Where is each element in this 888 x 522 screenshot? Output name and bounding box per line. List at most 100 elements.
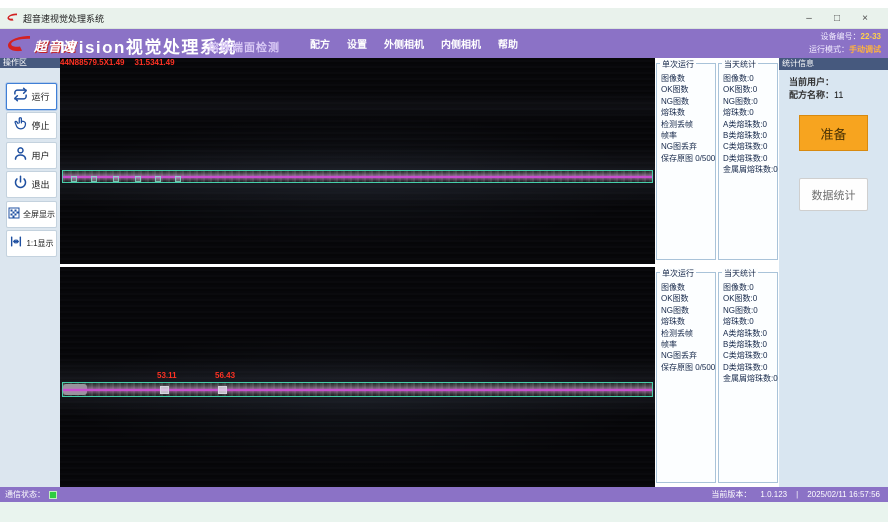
run-mode-label: 运行模式： <box>809 45 849 54</box>
power-icon <box>13 175 28 195</box>
stat-row: B类熔珠数:0 <box>723 339 777 350</box>
detection-box <box>71 176 77 182</box>
brand-swoosh-icon <box>4 32 32 59</box>
stop-button[interactable]: 停止 <box>6 112 57 139</box>
measurement-annotation: 31.5341.49 <box>135 58 175 67</box>
desktop-strip <box>0 502 888 522</box>
stat-row: OK图数:0 <box>723 84 777 95</box>
run-button[interactable]: 运行 <box>6 83 57 110</box>
stat-row: 帧率 <box>661 339 715 350</box>
stat-row: 图像数 <box>661 282 715 293</box>
stats-panel-outer: 单次运行 图像数OK图数NG图数熔珠数检测丢帧帧率NG图丢弃保存原图 0/500… <box>655 58 779 264</box>
stat-row: 熔珠数:0 <box>723 107 777 118</box>
stat-row: 帧率 <box>661 130 715 141</box>
stat-row: 图像数:0 <box>723 282 777 293</box>
today-stats-title: 当天统计 <box>722 59 758 70</box>
laser-line-overlay <box>63 389 652 391</box>
single-run-title: 单次运行 <box>660 59 696 70</box>
app-window: 超音速视觉处理系统 – □ × 超音速 IVision视觉处理系统 熔珠端面检测… <box>0 0 888 522</box>
comm-status-indicator <box>49 491 57 499</box>
one-to-one-icon <box>9 235 23 253</box>
single-run-title: 单次运行 <box>660 268 696 279</box>
stat-row: C类熔珠数:0 <box>723 350 777 361</box>
menu-item-recipe[interactable]: 配方 <box>310 36 330 51</box>
measurement-annotation: 53.11 <box>157 371 177 380</box>
comm-status-label: 通信状态： <box>5 489 45 500</box>
app-subtitle: 熔珠端面检测 <box>208 39 280 55</box>
sidebar-title: 操作区 <box>0 58 60 68</box>
stat-row: 检测丢帧 <box>661 328 715 339</box>
stop-hand-icon <box>13 116 28 136</box>
version-info: 当前版本： 1.0.123 | 2025/02/11 16:57:56 <box>711 489 880 500</box>
app-logo-icon <box>6 9 18 27</box>
user-button-label: 用户 <box>31 149 49 162</box>
stat-row: 图像数:0 <box>723 73 777 84</box>
data-statistics-button[interactable]: 数据统计 <box>799 178 868 211</box>
detection-box <box>113 176 119 182</box>
menu-item-inner-camera[interactable]: 内侧相机 <box>441 36 481 51</box>
stat-row: 检测丢帧 <box>661 119 715 130</box>
stat-row: NG图丢弃 <box>661 141 715 152</box>
stat-row: NG图数 <box>661 96 715 107</box>
menu-item-help[interactable]: 帮助 <box>498 36 518 51</box>
today-stats-groupbox: 当天统计 图像数:0OK图数:0NG图数:0熔珠数:0A类熔珠数:0B类熔珠数:… <box>718 63 778 260</box>
operation-sidebar: 操作区 运行 停止 用户 退出 <box>0 58 60 487</box>
prepare-button[interactable]: 准备 <box>799 115 868 151</box>
stop-button-label: 停止 <box>31 119 49 132</box>
recipe-name-label: 配方名称： <box>789 90 834 100</box>
window-title: 超音速视觉处理系统 <box>23 12 104 25</box>
current-user-row: 当前用户： <box>789 75 834 88</box>
weld-bead-strip <box>62 170 653 183</box>
stat-row: A类熔珠数:0 <box>723 119 777 130</box>
stat-row: 熔珠数 <box>661 316 715 327</box>
fullscreen-button[interactable]: 全屏显示 <box>6 201 57 228</box>
stat-row: 熔珠数:0 <box>723 316 777 327</box>
stat-row: NG图丢弃 <box>661 350 715 361</box>
stat-row: 熔珠数 <box>661 107 715 118</box>
device-number-value: 22-33 <box>861 32 881 41</box>
run-mode-value: 手动调试 <box>849 45 881 54</box>
today-stats-rows: 图像数:0OK图数:0NG图数:0熔珠数:0A类熔珠数:0B类熔珠数:0C类熔珠… <box>723 282 777 385</box>
fullscreen-grid-icon <box>8 206 20 224</box>
minimize-button[interactable]: – <box>798 11 820 26</box>
exit-button[interactable]: 退出 <box>6 171 57 198</box>
main-menu: 配方 设置 外侧相机 内侧相机 帮助 <box>310 29 518 58</box>
device-info: 设备编号：22-33 运行模式：手动调试 <box>809 31 881 56</box>
single-run-rows: 图像数OK图数NG图数熔珠数检测丢帧帧率NG图丢弃保存原图 0/500 <box>661 282 715 373</box>
exit-button-label: 退出 <box>31 178 49 191</box>
device-number-label: 设备编号： <box>821 32 861 41</box>
detection-box <box>135 176 141 182</box>
single-run-groupbox: 单次运行 图像数OK图数NG图数熔珠数检测丢帧帧率NG图丢弃保存原图 0/500 <box>656 272 716 483</box>
close-button[interactable]: × <box>854 11 876 26</box>
stat-row: 金属屑熔珠数:0 <box>723 373 777 384</box>
laser-line-overlay <box>63 176 652 178</box>
recipe-name-row: 配方名称：11 <box>789 88 843 101</box>
single-run-rows: 图像数OK图数NG图数熔珠数检测丢帧帧率NG图丢弃保存原图 0/500 <box>661 73 715 164</box>
fullscreen-button-label: 全屏显示 <box>23 209 55 220</box>
stat-row: NG图数:0 <box>723 96 777 107</box>
app-header: 超音速 IVision视觉处理系统 熔珠端面检测 配方 设置 外侧相机 内侧相机… <box>0 29 888 58</box>
user-button[interactable]: 用户 <box>6 142 57 169</box>
current-user-label: 当前用户： <box>789 77 834 87</box>
inner-camera-viewport: 53.11 56.43 <box>60 267 655 487</box>
measurement-annotation: 44N88579.5X1.49 <box>60 58 125 67</box>
menu-item-settings[interactable]: 设置 <box>347 36 367 51</box>
one-to-one-button-label: 1:1显示 <box>26 238 53 249</box>
stat-row: OK图数 <box>661 84 715 95</box>
maximize-button[interactable]: □ <box>826 11 848 26</box>
menu-item-outer-camera[interactable]: 外侧相机 <box>384 36 424 51</box>
weld-bead-strip <box>62 382 653 397</box>
detection-box <box>91 176 97 182</box>
stat-row: 金属屑熔珠数:0 <box>723 164 777 175</box>
titlebar: 超音速视觉处理系统 – □ × <box>0 8 888 29</box>
stat-row: NG图数 <box>661 305 715 316</box>
stat-row: OK图数:0 <box>723 293 777 304</box>
statusbar: 通信状态： 当前版本： 1.0.123 | 2025/02/11 16:57:5… <box>0 487 888 502</box>
defect-marker <box>218 386 227 394</box>
window-controls: – □ × <box>798 11 876 26</box>
one-to-one-button[interactable]: 1:1显示 <box>6 230 57 257</box>
run-cycle-icon <box>13 87 28 107</box>
statistics-info-panel: 统计信息 当前用户： 配方名称：11 准备 数据统计 <box>779 58 888 487</box>
stat-row: B类熔珠数:0 <box>723 130 777 141</box>
single-run-groupbox: 单次运行 图像数OK图数NG图数熔珠数检测丢帧帧率NG图丢弃保存原图 0/500 <box>656 63 716 260</box>
